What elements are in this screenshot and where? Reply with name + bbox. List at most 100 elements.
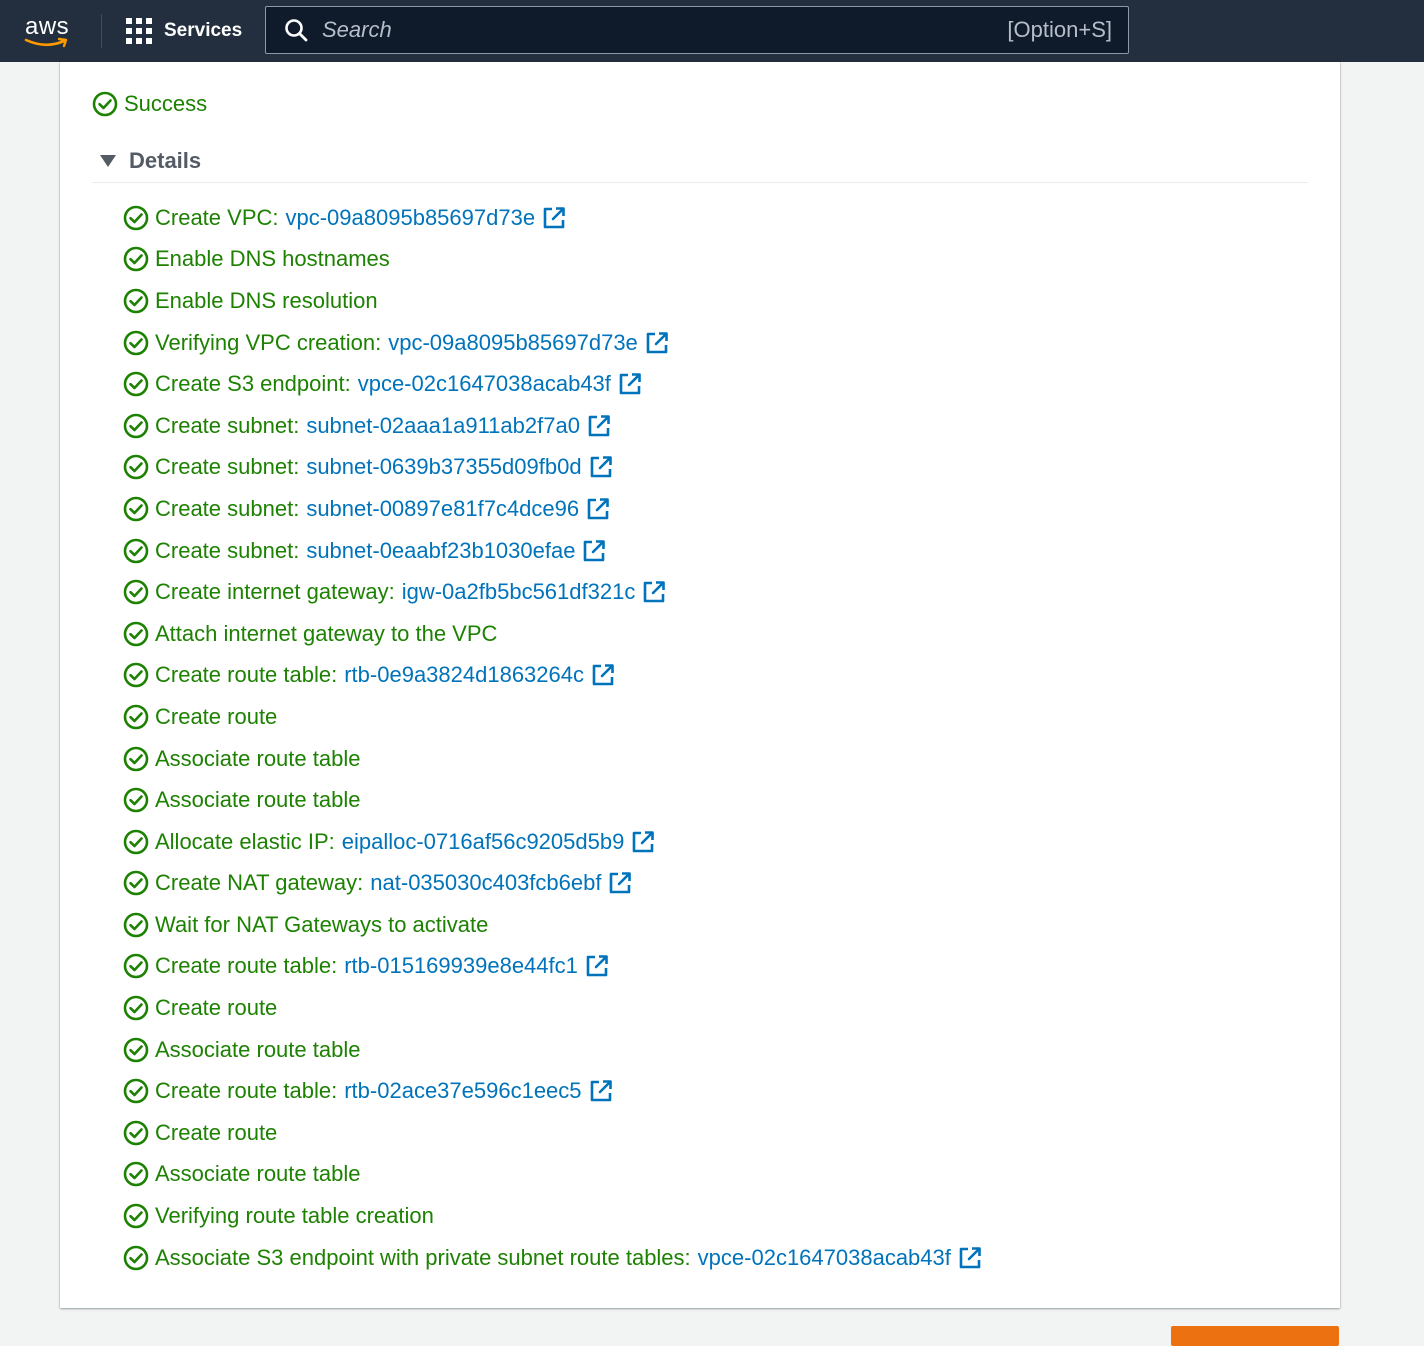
creation-step: Create VPC: vpc-09a8095b85697d73e xyxy=(123,197,982,239)
resource-link[interactable]: vpce-02c1647038acab43f xyxy=(358,371,611,397)
step-label: Associate S3 endpoint with private subne… xyxy=(155,1244,691,1270)
resource-link[interactable]: rtb-015169939e8e44fc1 xyxy=(344,953,578,979)
external-link-icon[interactable] xyxy=(542,206,566,230)
external-link-icon[interactable] xyxy=(587,414,611,438)
external-link-icon[interactable] xyxy=(631,830,655,854)
resource-link[interactable]: vpc-09a8095b85697d73e xyxy=(286,205,536,231)
external-link-icon[interactable] xyxy=(585,954,609,978)
external-link-icon[interactable] xyxy=(958,1246,982,1270)
creation-step: Create route table: rtb-015169939e8e44fc1 xyxy=(123,946,982,988)
success-check-icon xyxy=(123,870,149,896)
creation-step: Create internet gateway: igw-0a2fb5bc561d… xyxy=(123,571,982,613)
top-navigation-bar: aws Services [Option+S] xyxy=(0,0,1424,62)
success-check-icon xyxy=(123,413,149,439)
success-check-icon xyxy=(123,954,149,979)
success-check-icon xyxy=(123,205,149,231)
step-label: Wait for NAT Gateways to activate xyxy=(155,911,489,937)
details-title: Details xyxy=(129,148,202,173)
nav-divider xyxy=(101,14,102,48)
step-label: Associate route table xyxy=(155,1036,361,1062)
details-expandable-header[interactable]: Details xyxy=(92,148,1308,183)
creation-step: Create S3 endpoint: vpce-02c1647038acab43… xyxy=(123,363,982,405)
success-check-icon xyxy=(92,91,118,117)
creation-step: Verifying route table creation xyxy=(123,1195,982,1237)
search-box[interactable]: [Option+S] xyxy=(265,6,1129,54)
success-check-icon xyxy=(123,663,149,688)
success-check-icon xyxy=(123,1162,149,1187)
resource-link[interactable]: subnet-02aaa1a911ab2f7a0 xyxy=(306,413,580,439)
external-link-icon[interactable] xyxy=(645,331,669,355)
step-label: Create subnet: xyxy=(155,454,300,480)
external-link-icon[interactable] xyxy=(618,372,642,396)
step-label: Create subnet: xyxy=(155,412,300,438)
external-link-icon[interactable] xyxy=(642,580,666,604)
success-check-icon xyxy=(123,371,149,397)
success-check-icon xyxy=(123,787,149,813)
step-label: Create subnet: xyxy=(155,495,300,521)
creation-step: Create NAT gateway: nat-035030c403fcb6ebf xyxy=(123,863,982,905)
resource-link[interactable]: rtb-02ace37e596c1eec5 xyxy=(344,1078,581,1104)
success-check-icon xyxy=(123,912,149,938)
resource-link[interactable]: vpc-09a8095b85697d73e xyxy=(388,330,638,356)
vpc-creation-status-panel: Success Details Create VPC: vpc-09a8095b8… xyxy=(60,62,1340,1308)
external-link-icon[interactable] xyxy=(589,455,613,479)
success-check-icon xyxy=(123,621,149,647)
aws-logo[interactable]: aws xyxy=(22,9,80,53)
step-label: Create route table: xyxy=(155,953,338,979)
success-check-icon xyxy=(123,1037,149,1062)
success-check-icon xyxy=(123,1078,149,1104)
search-shortcut-hint: [Option+S] xyxy=(1007,17,1112,42)
external-link-icon[interactable] xyxy=(586,497,610,521)
success-check-icon xyxy=(123,746,149,771)
creation-step: Associate route table xyxy=(123,738,982,780)
success-check-icon xyxy=(123,496,149,522)
success-check-icon xyxy=(123,1203,149,1229)
step-label: Enable DNS hostnames xyxy=(155,246,390,272)
external-link-icon[interactable] xyxy=(582,539,606,563)
step-label: Create route table: xyxy=(155,1078,338,1104)
creation-step: Create subnet: subnet-0eaabf23b1030efae xyxy=(123,530,982,572)
creation-step: Associate S3 endpoint with private subne… xyxy=(123,1237,982,1279)
creation-step: Create subnet: subnet-0639b37355d09fb0d xyxy=(123,447,982,489)
creation-step: Wait for NAT Gateways to activate xyxy=(123,904,982,946)
creation-step: Create subnet: subnet-02aaa1a911ab2f7a0 xyxy=(123,405,982,447)
creation-step: Enable DNS resolution xyxy=(123,280,982,322)
success-status: Success xyxy=(92,91,207,117)
resource-link[interactable]: eipalloc-0716af56c9205d5b9 xyxy=(342,829,625,855)
step-label: Create route xyxy=(155,1119,278,1145)
step-label: Verifying route table creation xyxy=(155,1203,434,1229)
creation-step: Create route xyxy=(123,1112,982,1154)
step-label: Attach internet gateway to the VPC xyxy=(155,620,498,646)
step-label: Create route table: xyxy=(155,662,338,688)
aws-smile-icon xyxy=(24,37,68,48)
external-link-icon[interactable] xyxy=(589,1079,613,1103)
creation-step: Create route xyxy=(123,987,982,1029)
success-check-icon xyxy=(123,995,149,1021)
step-label: Create internet gateway: xyxy=(155,579,395,605)
success-check-icon xyxy=(123,579,149,605)
success-check-icon xyxy=(123,1245,149,1270)
creation-step: Allocate elastic IP: eipalloc-0716af56c92… xyxy=(123,821,982,863)
resource-link[interactable]: rtb-0e9a3824d1863264c xyxy=(344,662,584,688)
success-check-icon xyxy=(123,704,149,730)
success-check-icon xyxy=(123,288,149,314)
creation-step: Associate route table xyxy=(123,1029,982,1071)
caret-down-icon xyxy=(100,155,116,167)
external-link-icon[interactable] xyxy=(608,871,632,895)
resource-link[interactable]: subnet-00897e81f7c4dce96 xyxy=(306,496,579,522)
external-link-icon[interactable] xyxy=(591,663,615,687)
resource-link[interactable]: subnet-0639b37355d09fb0d xyxy=(306,454,581,480)
resource-link[interactable]: nat-035030c403fcb6ebf xyxy=(370,870,601,896)
resource-link[interactable]: subnet-0eaabf23b1030efae xyxy=(306,538,575,564)
creation-step: Create route xyxy=(123,696,982,738)
step-label: Create route xyxy=(155,703,278,729)
resource-link[interactable]: vpce-02c1647038acab43f xyxy=(698,1245,951,1271)
search-input[interactable] xyxy=(320,16,1008,44)
creation-steps-list: Create VPC: vpc-09a8095b85697d73e Enable D… xyxy=(123,197,982,1278)
step-label: Allocate elastic IP: xyxy=(155,828,335,854)
success-check-icon xyxy=(123,1120,149,1146)
resource-link[interactable]: igw-0a2fb5bc561df321c xyxy=(402,579,636,605)
view-vpc-button[interactable] xyxy=(1171,1326,1339,1346)
services-menu-button[interactable]: Services xyxy=(126,18,242,44)
services-grid-icon xyxy=(126,18,152,44)
